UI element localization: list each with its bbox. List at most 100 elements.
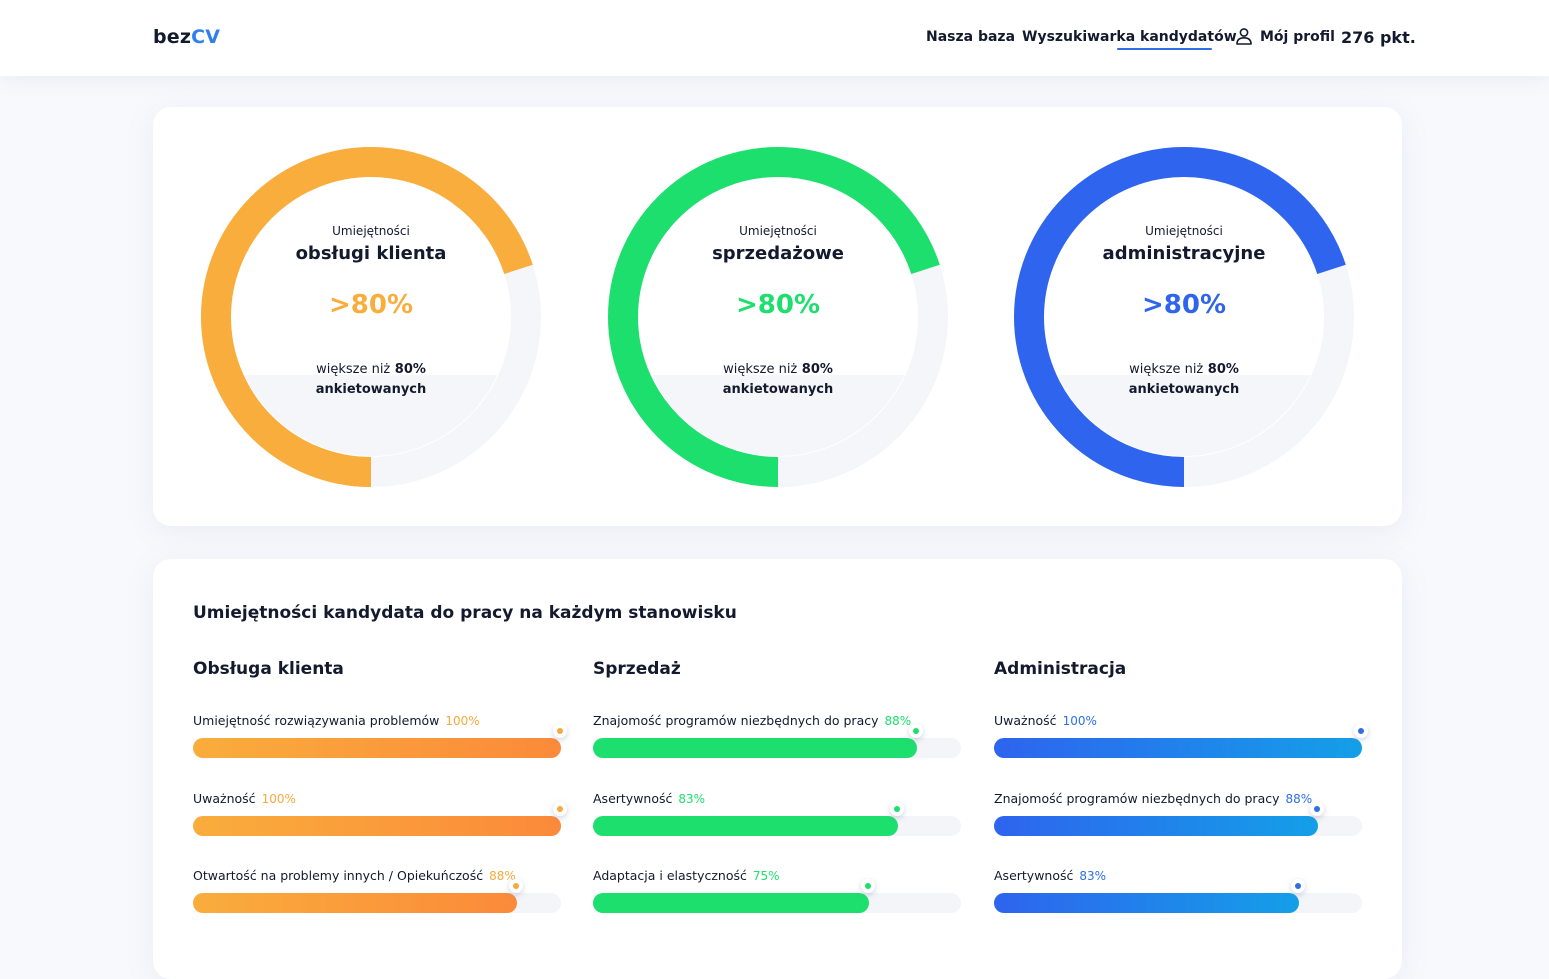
skill-percent: 83% [1079, 869, 1107, 883]
donut-obsluga-klienta: Umiejętności obsługi klienta >80% większ… [201, 147, 541, 487]
skill-bar-marker [890, 802, 905, 816]
skill-row: Asertywność 83% [994, 868, 1364, 928]
skill-bar-dot [894, 806, 901, 812]
skill-label: Znajomość programów niezbędnych do pracy… [994, 791, 1312, 806]
skills-column-administracja: Administracja Uważność 100% Znajomość pro… [994, 659, 1368, 913]
skill-name: Znajomość programów niezbędnych do pracy [593, 713, 879, 728]
donut-title: administracyjne [1102, 243, 1266, 264]
skill-bar-track [193, 802, 567, 836]
skill-bar-dot [912, 728, 919, 734]
skill-label: Znajomość programów niezbędnych do pracy… [593, 713, 911, 728]
user-icon[interactable] [1235, 27, 1253, 45]
skill-percent: 88% [884, 714, 912, 728]
skill-label: Uważność 100% [193, 791, 296, 806]
active-nav-underline [1117, 48, 1212, 50]
donut-value: >80% [735, 290, 821, 320]
skill-name: Asertywność [994, 868, 1074, 883]
skill-bar-dot [1358, 728, 1364, 734]
skill-bar-dot [865, 883, 871, 889]
donut-subtext: większe niż 80% ankietowanych [608, 360, 948, 400]
skills-card: Umiejętności kandydata do pracy na każdy… [153, 559, 1402, 979]
skill-bar-marker [1291, 879, 1306, 893]
skill-bar-marker [1354, 724, 1368, 738]
donut-title: obsługi klienta [295, 243, 447, 264]
skill-label: Asertywność 83% [994, 868, 1106, 883]
skill-bar-fill [994, 738, 1362, 758]
skill-name: Uważność [994, 713, 1057, 728]
top-navbar: bezCV Nasza baza Wyszukiwarka kandydatów… [0, 0, 1549, 76]
skill-row: Adaptacja i elastyczność 75% [593, 868, 963, 928]
skill-bar-dot [512, 883, 519, 889]
donut-pre-label: Umiejętności [1145, 224, 1223, 238]
donut-subtext: większe niż 80% ankietowanych [201, 360, 541, 400]
skill-bar-marker [553, 802, 567, 816]
skill-row: Uważność 100% [193, 791, 567, 851]
donut-value: >80% [1141, 290, 1227, 320]
skill-row: Znajomość programów niezbędnych do pracy… [593, 713, 963, 773]
skill-percent: 88% [1285, 792, 1313, 806]
skill-name: Asertywność [593, 791, 673, 806]
skill-bar-track [193, 879, 561, 913]
donut-sprzedazowe: Umiejętności sprzedażowe >80% większe ni… [608, 147, 948, 487]
skill-bar-track [994, 802, 1362, 836]
skill-bar-marker [908, 724, 923, 738]
logo-part-bez: bez [153, 26, 192, 48]
skill-bar-fill [593, 738, 917, 758]
column-title: Obsługa klienta [193, 659, 344, 679]
skill-bar-marker [553, 724, 567, 738]
logo[interactable]: bezCV [153, 26, 220, 48]
skill-bar-track [193, 724, 567, 758]
donut-sub-line2: ankietowanych [1128, 382, 1240, 397]
skill-row: Umiejętność rozwiązywania problemów 100% [193, 713, 567, 773]
skill-row: Znajomość programów niezbędnych do pracy… [994, 791, 1364, 851]
skill-bar-fill [193, 816, 561, 836]
skill-bar-fill [593, 893, 869, 913]
donut-title: sprzedażowe [712, 243, 844, 264]
nav-nasza-baza[interactable]: Nasza baza [926, 29, 1015, 45]
skill-bar-fill [593, 816, 899, 836]
skill-bar-dot [557, 728, 563, 734]
skill-bar-dot [557, 806, 563, 812]
skill-percent: 75% [752, 869, 780, 883]
skill-name: Uważność [193, 791, 256, 806]
points-counter: 276 pkt. [1341, 28, 1416, 47]
skill-row: Otwartość na problemy innych / Opiekuńcz… [193, 868, 563, 928]
nav-wyszukiwarka-kandydatow[interactable]: Wyszukiwarka kandydatów [1022, 29, 1237, 45]
skill-percent: 100% [445, 714, 480, 728]
donut-pre-label: Umiejętności [739, 224, 817, 238]
skill-label: Adaptacja i elastyczność 75% [593, 868, 780, 883]
skill-label: Umiejętność rozwiązywania problemów 100% [193, 713, 480, 728]
skill-name: Otwartość na problemy innych / Opiekuńcz… [193, 868, 484, 883]
donut-administracyjne: Umiejętności administracyjne >80% większ… [1014, 147, 1354, 487]
skill-bar-track [994, 879, 1362, 913]
donut-sub-bold: 80% [394, 362, 426, 377]
skill-bar-track [593, 724, 961, 758]
skill-bar-fill [193, 738, 561, 758]
skill-row: Asertywność 83% [593, 791, 963, 851]
skill-bar-fill [193, 893, 517, 913]
logo-part-cv: CV [191, 26, 221, 48]
donut-sub-line2: ankietowanych [722, 382, 834, 397]
skill-bar-dot [1295, 883, 1302, 889]
skill-percent: 100% [1062, 714, 1097, 728]
column-title: Sprzedaż [593, 659, 681, 679]
skill-name: Umiejętność rozwiązywania problemów [193, 713, 440, 728]
donut-sub-light: większe niż [1129, 362, 1204, 377]
nav-moj-profil[interactable]: Mój profil [1260, 29, 1335, 45]
skill-bar-fill [994, 893, 1300, 913]
donut-sub-line2: ankietowanych [315, 382, 427, 397]
skill-bar-dot [1313, 806, 1320, 812]
skill-name: Adaptacja i elastyczność [593, 868, 747, 883]
donut-sub-bold: 80% [801, 362, 833, 377]
skill-label: Otwartość na problemy innych / Opiekuńcz… [193, 868, 516, 883]
skill-percent: 83% [678, 792, 706, 806]
skill-label: Uważność 100% [994, 713, 1097, 728]
skill-bar-track [994, 724, 1368, 758]
donut-sub-bold: 80% [1207, 362, 1239, 377]
skill-label: Asertywność 83% [593, 791, 705, 806]
donut-value: >80% [328, 290, 414, 320]
skills-column-obsluga-klienta: Obsługa klienta Umiejętność rozwiązywani… [193, 659, 567, 913]
donut-sub-light: większe niż [316, 362, 391, 377]
donut-sub-light: większe niż [723, 362, 798, 377]
skills-column-sprzedaz: Sprzedaż Znajomość programów niezbędnych… [593, 659, 963, 913]
